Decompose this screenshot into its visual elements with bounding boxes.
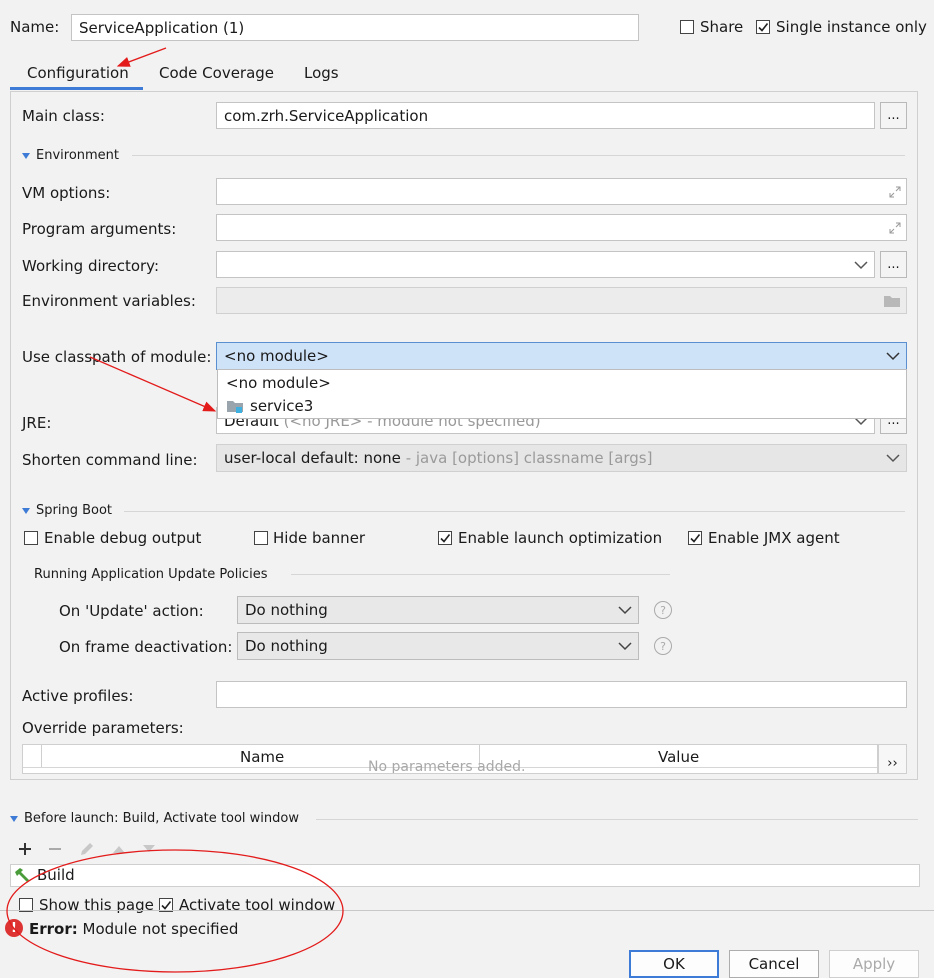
annotation-overlay (6, 47, 344, 973)
annotation-arrow (89, 356, 217, 412)
annotation-ellipse (6, 849, 344, 973)
annotation-arrow (116, 47, 167, 67)
